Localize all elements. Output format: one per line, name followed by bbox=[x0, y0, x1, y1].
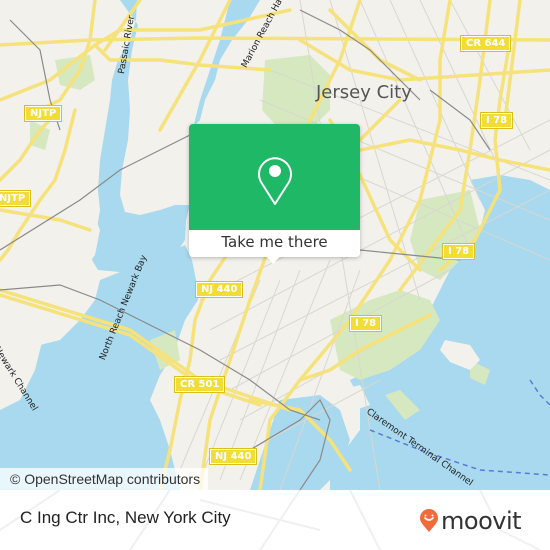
destination-popup: Take me there bbox=[189, 124, 360, 264]
place-name: C Ing Ctr Inc, New York City bbox=[20, 508, 231, 527]
road-shield-njtp: NJTP bbox=[23, 105, 63, 122]
moovit-pin-icon bbox=[420, 509, 438, 532]
take-me-there-button[interactable]: Take me there bbox=[189, 230, 360, 257]
road-shield-i78: I 78 bbox=[441, 243, 476, 260]
city-label: Jersey City bbox=[316, 82, 412, 103]
moovit-logo[interactable]: moovit bbox=[419, 507, 522, 535]
moovit-wordmark: moovit bbox=[441, 507, 522, 535]
map-attribution[interactable]: © OpenStreetMap contributors bbox=[0, 468, 209, 490]
map-view[interactable]: Jersey City NJTP NJTP CR 644 I 78 I 78 I… bbox=[0, 0, 550, 490]
road-shield-njtp: NJTP bbox=[0, 190, 32, 207]
road-shield-cr501: CR 501 bbox=[173, 376, 226, 393]
footer: C Ing Ctr Inc, New York City moovit bbox=[0, 490, 550, 550]
road-shield-cr644: CR 644 bbox=[459, 35, 512, 52]
road-shield-nj440: NJ 440 bbox=[194, 281, 244, 298]
map-pin-icon bbox=[258, 157, 292, 205]
road-shield-nj440: NJ 440 bbox=[208, 448, 258, 465]
popup-pointer bbox=[266, 256, 280, 264]
road-shield-i78: I 78 bbox=[348, 315, 383, 332]
popup-header bbox=[189, 124, 360, 230]
road-shield-i78: I 78 bbox=[479, 112, 514, 129]
